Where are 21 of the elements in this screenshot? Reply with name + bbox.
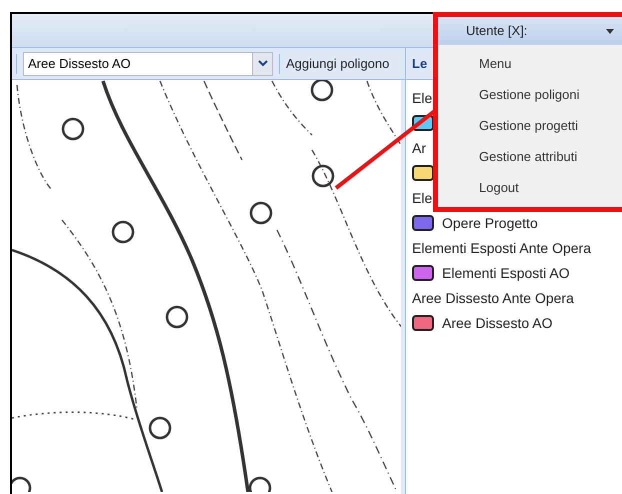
menu-item[interactable]: Gestione progetti bbox=[438, 110, 622, 141]
legend-group-label: Ar bbox=[412, 138, 426, 158]
legend-group-label: Ele bbox=[412, 88, 432, 108]
legend-group-label: Elementi Esposti Ante Opera bbox=[412, 238, 591, 258]
legend-group-label: Aree Dissesto Ante Opera bbox=[412, 288, 574, 308]
legend-group-label: Ele bbox=[412, 188, 432, 208]
menu-item[interactable]: Menu bbox=[438, 48, 622, 79]
user-menu-header[interactable]: Utente [X]: bbox=[438, 17, 622, 45]
add-polygon-button[interactable]: Aggiungi poligono bbox=[286, 54, 390, 74]
menu-item[interactable]: Gestione poligoni bbox=[438, 79, 622, 110]
caret-icon[interactable] bbox=[606, 28, 614, 34]
menu-item[interactable]: Logout bbox=[438, 172, 622, 203]
chevron-down-icon[interactable] bbox=[252, 52, 272, 74]
legend-layer-label: Aree Dissesto AO bbox=[442, 314, 552, 332]
legend-layer-label: Opere Progetto bbox=[442, 214, 538, 233]
layer-select[interactable]: Aree Dissesto AO bbox=[23, 52, 273, 76]
legend-title: Le bbox=[412, 54, 428, 73]
menu-item[interactable]: Gestione attributi bbox=[438, 141, 622, 172]
layer-select-value: Aree Dissesto AO bbox=[27, 54, 132, 73]
legend-layer-label: Elementi Esposti AO bbox=[442, 264, 570, 283]
user-label: Utente [X]: bbox=[466, 22, 528, 40]
